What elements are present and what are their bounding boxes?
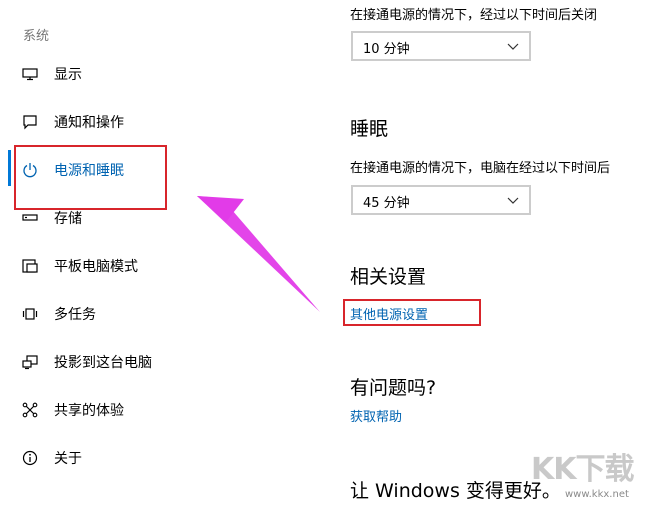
watermark-brand: KK下载	[531, 452, 634, 487]
watermark: KK下载 www.kkx.net	[521, 440, 657, 506]
watermark-url: www.kkx.net	[565, 489, 629, 500]
annotation-arrow	[197, 196, 320, 312]
